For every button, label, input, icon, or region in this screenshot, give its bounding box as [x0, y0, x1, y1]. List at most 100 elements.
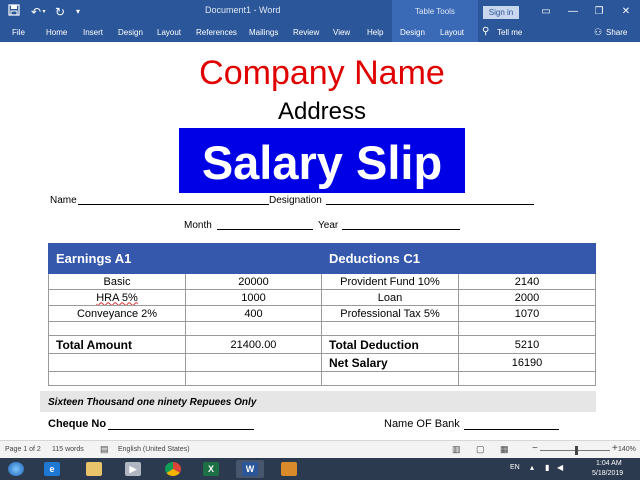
sign-in-button[interactable]: Sign in — [483, 6, 519, 19]
status-bar: Page 1 of 2 115 words ▤ English (United … — [0, 440, 640, 458]
ribbon-display-icon[interactable]: ▭ — [538, 4, 554, 20]
amount-in-words-bar: Sixteen Thousand one ninety Repuees Only — [40, 391, 596, 412]
earning-amount: 1000 — [185, 289, 322, 306]
taskbar-excel[interactable]: X — [197, 460, 225, 478]
windows-logo-icon — [8, 462, 24, 476]
taskbar-word[interactable]: W — [236, 460, 264, 478]
network-icon[interactable]: ▮ — [545, 463, 549, 472]
internet-explorer-icon: e — [44, 462, 60, 476]
close-icon[interactable]: ✕ — [618, 4, 634, 20]
windows-taskbar: e ▶ X W EN ▴ ▮ ◀ 1:04 AM 5/18/2019 — [0, 458, 640, 480]
table-header-cell — [185, 243, 322, 274]
taskbar-media[interactable]: ▶ — [119, 460, 147, 478]
undo-dropdown-icon[interactable]: ▾ — [40, 4, 48, 20]
tab-help[interactable]: Help — [367, 28, 383, 38]
earning-name: Basic — [48, 273, 186, 290]
deduction-amount: 2000 — [458, 289, 596, 306]
tab-references[interactable]: References — [196, 28, 237, 38]
share-icon[interactable]: ⚇ — [594, 27, 602, 37]
language-indicator[interactable]: English (United States) — [118, 446, 190, 453]
deductions-header: Deductions C1 — [321, 243, 459, 274]
name-label: Name — [50, 195, 77, 206]
tab-file[interactable]: File — [12, 28, 25, 38]
cheque-field-line — [108, 429, 254, 430]
lightbulb-icon[interactable]: ⚲ — [482, 27, 489, 37]
earning-name-text: HRA 5% — [96, 291, 138, 304]
customize-toolbar-icon[interactable]: ▾ — [70, 4, 86, 20]
table-tools-label: Table Tools — [392, 0, 478, 24]
empty-cell — [48, 353, 186, 372]
taskbar-chrome[interactable] — [159, 460, 187, 478]
page-count[interactable]: Page 1 of 2 — [5, 446, 41, 453]
tab-layout[interactable]: Layout — [157, 28, 181, 38]
designation-label: Designation — [269, 195, 322, 206]
clock-time[interactable]: 1:04 AM — [596, 460, 622, 467]
net-salary-row: Net Salary 16190 — [48, 353, 596, 372]
read-mode-icon[interactable]: ▥ — [452, 444, 461, 455]
total-amount-value: 21400.00 — [185, 335, 322, 354]
tab-insert[interactable]: Insert — [83, 28, 103, 38]
table-row: HRA 5% 1000 Loan 2000 — [48, 289, 596, 306]
table-empty-row — [48, 321, 596, 336]
net-salary-value: 16190 — [458, 353, 596, 372]
document-title: Document1 - Word — [205, 5, 281, 15]
designation-field-line — [326, 204, 534, 205]
taskbar-explorer[interactable] — [80, 460, 108, 478]
input-language[interactable]: EN — [510, 464, 520, 471]
excel-icon: X — [203, 462, 219, 476]
taskbar-app[interactable] — [275, 460, 303, 478]
volume-icon[interactable]: ◀ — [557, 463, 563, 472]
taskbar-ie[interactable]: e — [38, 460, 66, 478]
table-header-cell — [458, 243, 596, 274]
word-window: ↶ ▾ ↻ ▾ Document1 - Word Table Tools Sig… — [0, 0, 640, 480]
net-salary-label: Net Salary — [321, 353, 459, 372]
total-amount-label: Total Amount — [48, 335, 186, 354]
table-empty-row — [48, 371, 596, 386]
tab-table-layout[interactable]: Layout — [440, 28, 464, 38]
save-icon[interactable] — [6, 4, 22, 20]
print-layout-icon[interactable]: ▢ — [476, 444, 485, 455]
year-label: Year — [318, 220, 339, 231]
tab-home[interactable]: Home — [46, 28, 67, 38]
empty-cell — [458, 321, 596, 336]
document-page[interactable]: Company Name Address Salary Slip Name De… — [0, 42, 640, 440]
media-icon: ▶ — [125, 462, 141, 476]
month-label: Month — [184, 220, 212, 231]
proofing-icon[interactable]: ▤ — [100, 444, 109, 455]
tab-view[interactable]: View — [333, 28, 350, 38]
zoom-slider-thumb[interactable] — [575, 446, 578, 455]
cheque-label: Cheque No — [48, 418, 107, 430]
web-layout-icon[interactable]: ▦ — [500, 444, 509, 455]
tab-design[interactable]: Design — [118, 28, 143, 38]
start-button[interactable] — [2, 460, 30, 478]
deduction-name: Professional Tax 5% — [321, 305, 459, 322]
company-name: Company Name — [199, 54, 445, 92]
tab-table-design[interactable]: Design — [400, 28, 425, 38]
zoom-level[interactable]: 140% — [618, 446, 636, 453]
tell-me-search[interactable]: Tell me — [497, 28, 522, 38]
tab-review[interactable]: Review — [293, 28, 319, 38]
ribbon-tabs: File Home Insert Design Layout Reference… — [0, 24, 640, 42]
deduction-amount: 2140 — [458, 273, 596, 290]
salary-table[interactable]: Earnings A1 Deductions C1 Basic 20000 Pr… — [48, 243, 596, 386]
empty-cell — [48, 371, 186, 386]
restore-icon[interactable]: ❐ — [591, 4, 607, 20]
table-row: Basic 20000 Provident Fund 10% 2140 — [48, 273, 596, 290]
tab-mailings[interactable]: Mailings — [249, 28, 278, 38]
salary-slip-title: Salary Slip — [201, 136, 443, 189]
redo-icon[interactable]: ↻ — [52, 4, 68, 20]
amount-in-words: Sixteen Thousand one ninety Repuees Only — [48, 397, 257, 408]
tray-chevron-icon[interactable]: ▴ — [530, 463, 534, 472]
minimize-icon[interactable]: — — [565, 4, 581, 20]
zoom-out-icon[interactable]: − — [532, 443, 538, 454]
earnings-header: Earnings A1 — [48, 243, 186, 274]
share-button[interactable]: Share — [606, 28, 627, 38]
clock-date[interactable]: 5/18/2019 — [592, 470, 623, 477]
salary-slip-banner: Salary Slip — [179, 128, 465, 193]
zoom-in-icon[interactable]: + — [612, 443, 618, 454]
company-address: Address — [277, 98, 367, 125]
empty-cell — [458, 371, 596, 386]
table-header-row: Earnings A1 Deductions C1 — [48, 243, 596, 274]
word-count[interactable]: 115 words — [52, 446, 84, 453]
table-row: Conveyance 2% 400 Professional Tax 5% 10… — [48, 305, 596, 322]
